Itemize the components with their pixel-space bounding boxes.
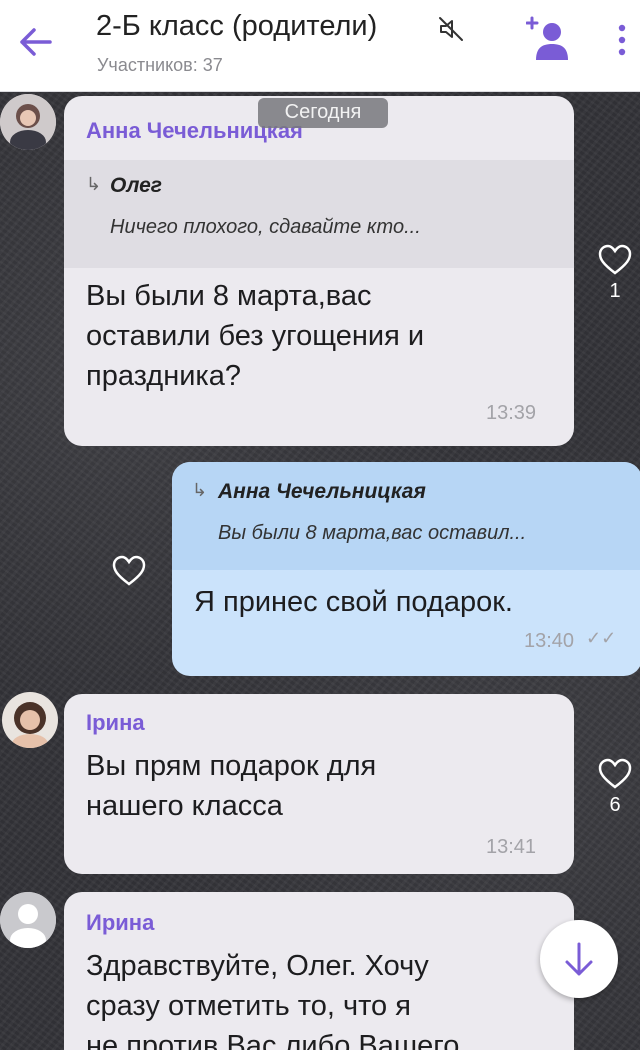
participants-count[interactable]: Участников: 37 bbox=[97, 55, 223, 76]
read-checkmarks-icon: ✓✓ bbox=[586, 628, 617, 648]
message-text: Вы прям подарок для нашего класса bbox=[86, 746, 556, 826]
quote-text: Ничего плохого, сдавайте кто... bbox=[110, 216, 421, 238]
message-text: Я принес свой подарок. bbox=[194, 582, 624, 622]
chat-background: Анна Чечельницкая ↳ Олег Ничего плохого,… bbox=[0, 92, 640, 1050]
arrow-left-icon[interactable] bbox=[14, 22, 58, 62]
message-line: сразу отметить то, что я bbox=[86, 990, 411, 1022]
like-count: 6 bbox=[609, 794, 621, 816]
message-text: Здравствуйте, Олег. Хочу сразу отметить … bbox=[86, 946, 556, 1050]
avatar[interactable] bbox=[0, 94, 56, 150]
reply-quote[interactable]: ↳ Олег Ничего плохого, сдавайте кто... bbox=[64, 160, 574, 268]
message-line: оставили без угощения и bbox=[86, 320, 425, 352]
heart-icon[interactable] bbox=[112, 555, 146, 587]
heart-icon[interactable] bbox=[598, 244, 632, 276]
message-time: 13:40 bbox=[524, 630, 575, 652]
like-count: 1 bbox=[609, 280, 621, 302]
message-bubble[interactable]: Ірина Вы прям подарок для нашего класса … bbox=[64, 694, 574, 874]
mute-icon bbox=[439, 17, 463, 41]
add-member-icon[interactable] bbox=[526, 14, 570, 64]
scroll-down-button[interactable] bbox=[540, 920, 618, 998]
date-badge: Сегодня bbox=[258, 98, 388, 128]
message-line: Здравствуйте, Олег. Хочу bbox=[86, 950, 429, 982]
more-vert-icon[interactable] bbox=[612, 20, 632, 60]
reply-arrow-icon: ↳ bbox=[192, 480, 208, 500]
quote-author: Анна Чечельницкая bbox=[218, 480, 426, 503]
message-line: Я принес свой подарок. bbox=[194, 586, 513, 618]
quote-author: Олег bbox=[110, 174, 163, 197]
message-time: 13:41 bbox=[486, 836, 537, 858]
message-time: 13:39 bbox=[486, 402, 537, 424]
message-line: Вы прям подарок для bbox=[86, 750, 377, 782]
chat-header: 2-Б класс (родители) Участников: 37 bbox=[0, 0, 640, 92]
message-bubble-outgoing[interactable]: ↳ Анна Чечельницкая Вы были 8 марта,вас … bbox=[172, 462, 640, 676]
reply-quote[interactable]: ↳ Анна Чечельницкая Вы были 8 марта,вас … bbox=[172, 462, 640, 570]
chat-title[interactable]: 2-Б класс (родители) bbox=[96, 10, 377, 43]
quote-text: Вы были 8 марта,вас оставил... bbox=[218, 522, 527, 544]
avatar[interactable] bbox=[2, 692, 58, 748]
avatar-placeholder[interactable] bbox=[0, 892, 56, 948]
message-bubble[interactable]: Анна Чечельницкая ↳ Олег Ничего плохого,… bbox=[64, 96, 574, 446]
message-line: не против Вас либо Вашего bbox=[86, 1030, 460, 1050]
arrow-down-icon bbox=[565, 942, 593, 976]
sender-name[interactable]: Ирина bbox=[86, 910, 154, 936]
message-line: нашего класса bbox=[86, 790, 283, 822]
message-text: Вы были 8 марта,вас оставили без угощени… bbox=[86, 276, 556, 396]
sender-name[interactable]: Ірина bbox=[86, 710, 145, 736]
message-bubble[interactable]: Ирина Здравствуйте, Олег. Хочу сразу отм… bbox=[64, 892, 574, 1050]
heart-icon[interactable] bbox=[598, 758, 632, 790]
message-line: Вы были 8 марта,вас bbox=[86, 280, 372, 312]
message-line: праздника? bbox=[86, 360, 242, 392]
reply-arrow-icon: ↳ bbox=[86, 174, 102, 194]
